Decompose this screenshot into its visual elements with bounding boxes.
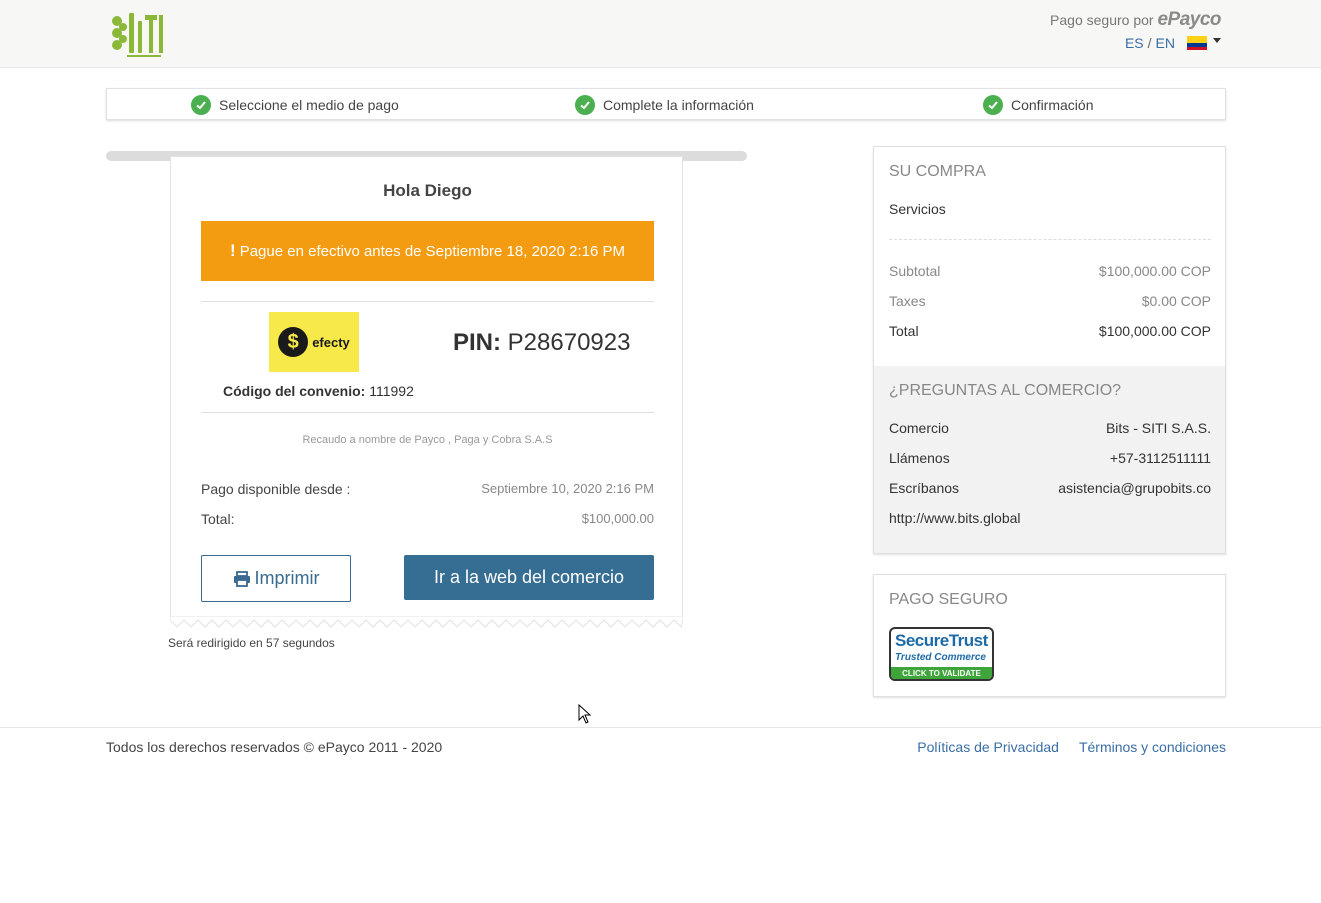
questions-title: ¿PREGUNTAS AL COMERCIO? xyxy=(889,382,1122,399)
subtotal-label: Subtotal xyxy=(889,263,941,279)
available-label: Pago disponible desde : xyxy=(201,481,351,497)
go-to-merchant-button[interactable]: Ir a la web del comercio xyxy=(404,555,654,600)
exclamation-icon: ! xyxy=(230,241,236,260)
phone-value[interactable]: +57-3112511111 xyxy=(1110,450,1211,466)
mouse-cursor-icon xyxy=(578,704,592,724)
receipt-total-row: Total: $100,000.00 xyxy=(201,511,654,527)
checkout-steps: Seleccione el medio de pago Complete la … xyxy=(106,88,1226,120)
agreement-code: Código del convenio: 111992 xyxy=(223,383,414,399)
lang-en-link[interactable]: EN xyxy=(1156,35,1175,51)
copyright: Todos los derechos reservados © ePayco 2… xyxy=(106,739,443,755)
purchase-item: Servicios xyxy=(889,201,946,217)
check-circle-icon xyxy=(191,95,211,115)
bits-logo[interactable] xyxy=(109,9,163,59)
commerce-row: Comercio Bits - SITI S.A.S. xyxy=(889,420,1211,436)
privacy-link[interactable]: Políticas de Privacidad xyxy=(917,739,1059,755)
receipt-torn-edge xyxy=(170,616,683,628)
printer-icon xyxy=(233,570,250,587)
efecty-wordmark: efecty xyxy=(312,334,350,350)
purchase-title: SU COMPRA xyxy=(889,163,986,180)
summary-total-label: Total xyxy=(889,323,919,339)
purchase-summary-card: SU COMPRA Servicios Subtotal $100,000.00… xyxy=(873,146,1226,554)
total-value: $100,000.00 xyxy=(581,511,654,526)
badge-line3: CLICK TO VALIDATE xyxy=(891,667,992,679)
alert-text: Pague en efectivo antes de Septiembre 18… xyxy=(239,242,625,260)
step-label: Complete la información xyxy=(603,97,754,113)
secure-text: Pago seguro por xyxy=(1050,12,1154,28)
agreement-label: Código del convenio: xyxy=(223,383,366,399)
pin-code: PIN: P28670923 xyxy=(453,329,630,357)
agreement-value: 111992 xyxy=(369,383,414,399)
total-row: Total $100,000.00 COP xyxy=(889,323,1211,339)
call-row: Llámenos +57-3112511111 xyxy=(889,450,1211,466)
secure-payment-label: Pago seguro por ePayco xyxy=(1050,9,1221,31)
payment-receipt: Hola Diego ! Pague en efectivo antes de … xyxy=(170,156,683,618)
footer-divider xyxy=(0,727,1321,728)
secure-payment-card: PAGO SEGURO SecureTrust Trusted Commerce… xyxy=(873,574,1226,697)
terms-link[interactable]: Términos y condiciones xyxy=(1079,739,1226,755)
collection-note: Recaudo a nombre de Payco , Paga y Cobra… xyxy=(302,434,553,446)
header: Pago seguro por ePayco ES / EN xyxy=(0,0,1321,68)
step-select-payment: Seleccione el medio de pago xyxy=(191,95,399,115)
badge-line1: SecureTrust xyxy=(895,631,988,650)
dashed-divider xyxy=(889,239,1211,240)
step-label: Seleccione el medio de pago xyxy=(219,97,399,113)
write-row: Escríbanos asistencia@grupobits.co xyxy=(889,480,1211,496)
lang-separator: / xyxy=(1147,35,1152,51)
taxes-value: $0.00 COP xyxy=(1141,293,1211,309)
redirect-countdown: Será redirigido en 57 segundos xyxy=(168,636,335,650)
step-confirmation: Confirmación xyxy=(983,95,1093,115)
purchase-item-row: Servicios xyxy=(889,201,1211,217)
colombia-flag-icon[interactable] xyxy=(1187,36,1207,50)
taxes-label: Taxes xyxy=(889,293,926,309)
chevron-down-icon[interactable] xyxy=(1213,37,1221,43)
greeting: Hola Diego xyxy=(383,181,472,200)
epayco-brand: ePayco xyxy=(1157,9,1221,30)
secure-title: PAGO SEGURO xyxy=(889,591,1008,608)
divider xyxy=(201,301,654,302)
efecty-logo: $ efecty xyxy=(269,312,359,372)
call-label: Llámenos xyxy=(889,450,950,466)
check-circle-icon xyxy=(575,95,595,115)
step-complete-info: Complete la información xyxy=(575,95,754,115)
total-label: Total: xyxy=(201,511,235,527)
step-label: Confirmación xyxy=(1011,97,1094,113)
summary-total-value: $100,000.00 COP xyxy=(1098,323,1211,339)
website-row: http://www.bits.global xyxy=(889,510,1211,526)
subtotal-value: $100,000.00 COP xyxy=(1098,263,1211,279)
commerce-value: Bits - SITI S.A.S. xyxy=(1105,420,1211,436)
lang-es-link[interactable]: ES xyxy=(1125,35,1144,51)
pin-label: PIN: xyxy=(453,329,501,356)
write-label: Escríbanos xyxy=(889,480,960,496)
subtotal-row: Subtotal $100,000.00 COP xyxy=(889,263,1211,279)
footer-links: Políticas de Privacidad Términos y condi… xyxy=(917,739,1226,755)
pin-value: P28670923 xyxy=(507,329,631,356)
language-switcher: ES / EN xyxy=(1125,35,1221,51)
commerce-label: Comercio xyxy=(889,420,949,436)
dollar-coin-icon: $ xyxy=(278,327,309,357)
email-value[interactable]: asistencia@grupobits.co xyxy=(1058,480,1211,496)
badge-line2: Trusted Commerce xyxy=(895,652,986,663)
securetrust-badge[interactable]: SecureTrust Trusted Commerce CLICK TO VA… xyxy=(889,627,994,681)
print-button[interactable]: Imprimir xyxy=(201,555,351,602)
print-label: Imprimir xyxy=(254,568,320,588)
payment-deadline-alert: ! Pague en efectivo antes de Septiembre … xyxy=(201,221,654,281)
available-value: Septiembre 10, 2020 2:16 PM xyxy=(481,481,654,496)
divider xyxy=(201,412,654,413)
check-circle-icon xyxy=(983,95,1003,115)
website-link[interactable]: http://www.bits.global xyxy=(889,510,1021,526)
available-from-row: Pago disponible desde : Septiembre 10, 2… xyxy=(201,481,654,497)
taxes-row: Taxes $0.00 COP xyxy=(889,293,1211,309)
